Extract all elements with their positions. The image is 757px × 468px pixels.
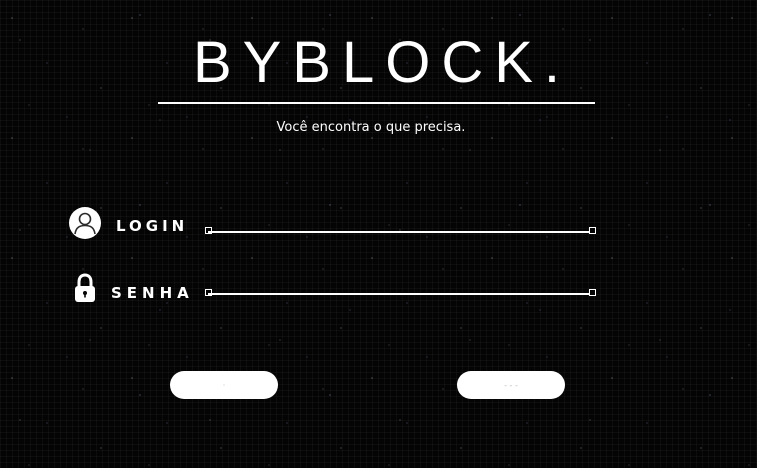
login-label: LOGIN xyxy=(116,217,189,235)
senha-input[interactable] xyxy=(208,291,593,295)
right-action-button[interactable]: - - - xyxy=(457,371,565,399)
login-row: LOGIN xyxy=(68,206,598,242)
senha-label: SENHA xyxy=(111,284,194,302)
tagline: Você encontra o que precisa. xyxy=(276,120,466,135)
login-input[interactable] xyxy=(208,229,593,233)
login-field-end-handle xyxy=(589,227,596,234)
padlock-icon xyxy=(68,271,102,305)
senha-field-end-handle xyxy=(589,289,596,296)
brand-title: BYBLOCK. xyxy=(192,30,572,95)
user-avatar-icon xyxy=(68,206,102,240)
left-action-button[interactable]: · xyxy=(170,371,278,399)
senha-row: SENHA xyxy=(68,271,598,307)
brand-header: BYBLOCK. xyxy=(158,30,595,104)
brand-underline xyxy=(158,102,595,104)
